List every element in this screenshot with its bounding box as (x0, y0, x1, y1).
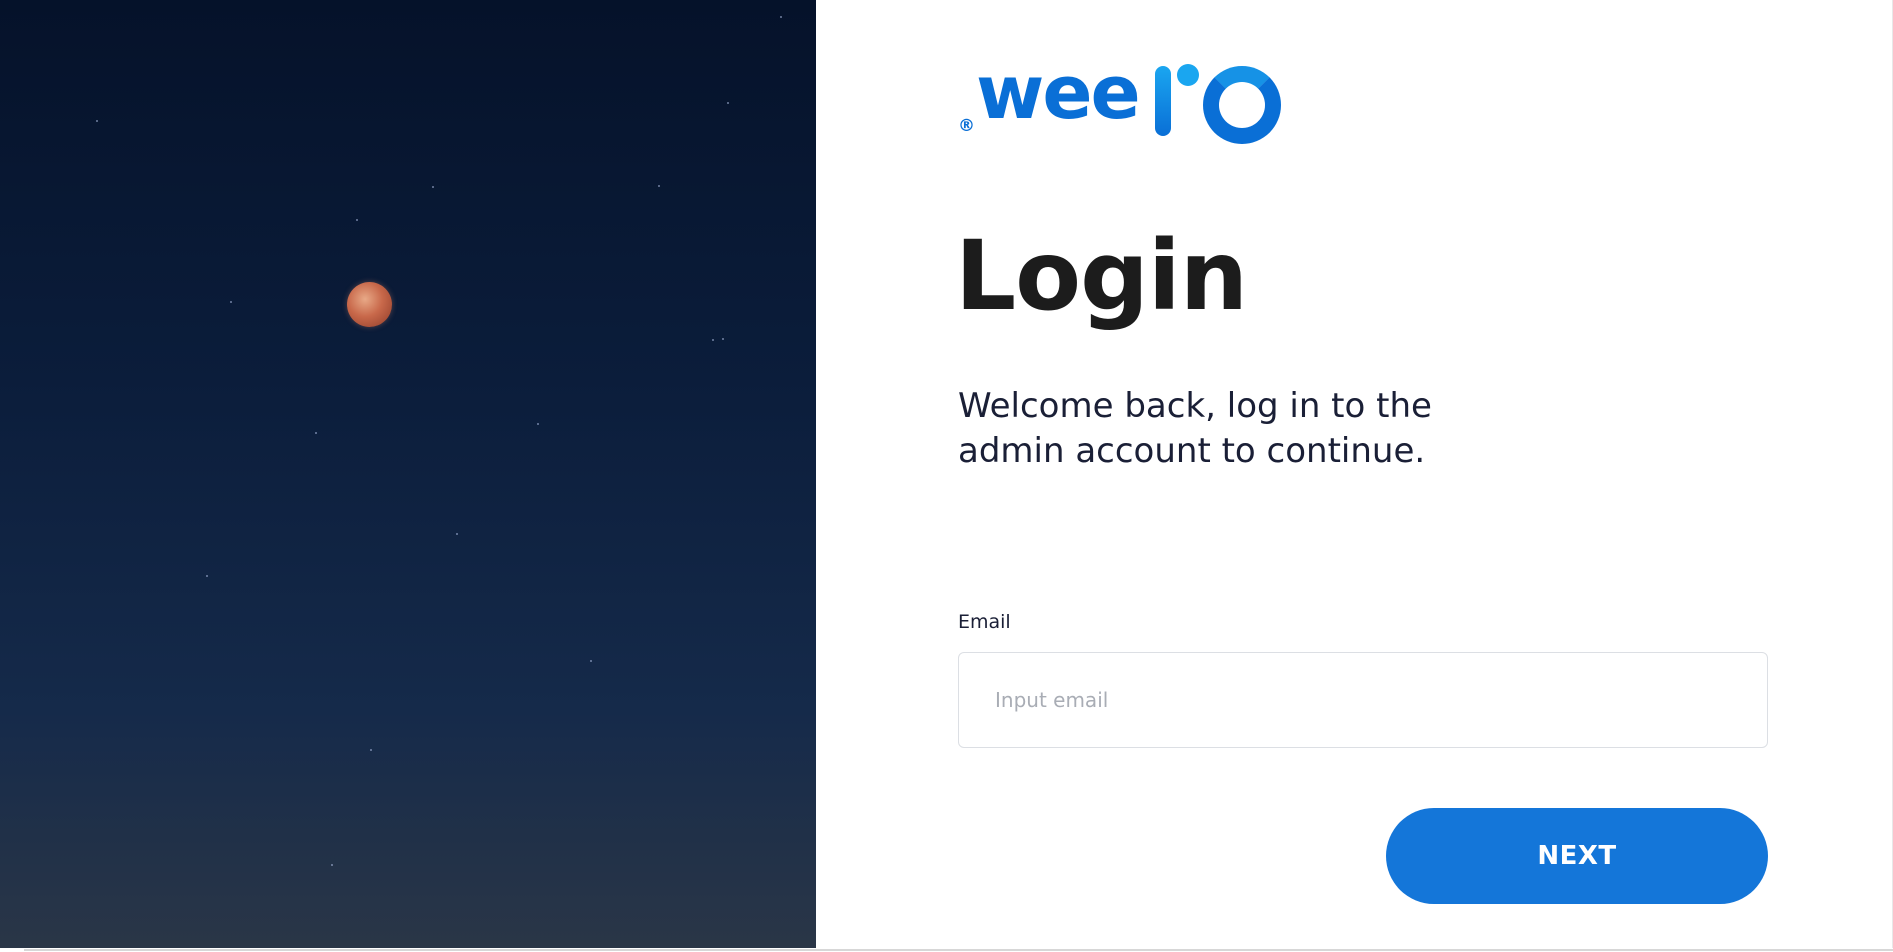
email-label: Email (958, 611, 1011, 633)
login-form: ® wee Login Welcome back, log in to the … (955, 0, 1768, 948)
star (432, 186, 434, 188)
welcome-line-1: Welcome back, log in to the (958, 386, 1432, 426)
star (456, 533, 458, 535)
star (331, 864, 333, 866)
email-input[interactable] (958, 652, 1768, 748)
bottom-divider (24, 949, 1893, 951)
star (658, 185, 660, 187)
registered-mark: ® (958, 116, 975, 136)
page-title: Login (955, 220, 1248, 332)
next-button[interactable]: NEXT (1386, 808, 1768, 904)
star (537, 423, 539, 425)
logo-wordmark: wee (976, 50, 1141, 136)
welcome-line-2: admin account to continue. (958, 431, 1426, 471)
star (96, 120, 98, 122)
star (590, 660, 592, 662)
star (722, 338, 724, 340)
star (356, 219, 358, 221)
logo-i-dot (1177, 64, 1199, 86)
weeio-logo: ® wee (958, 56, 1281, 144)
star (727, 102, 729, 104)
star (780, 16, 782, 18)
login-page: ® wee Login Welcome back, log in to the … (0, 0, 1893, 952)
star (315, 432, 317, 434)
logo-i-stem (1155, 66, 1171, 136)
star (712, 339, 714, 341)
star (230, 301, 232, 303)
star (206, 575, 208, 577)
logo-o-ring (1203, 66, 1281, 144)
star (370, 749, 372, 751)
welcome-message: Welcome back, log in to the admin accoun… (958, 384, 1518, 474)
hero-image-night-sky (0, 0, 816, 948)
moon (347, 282, 392, 327)
